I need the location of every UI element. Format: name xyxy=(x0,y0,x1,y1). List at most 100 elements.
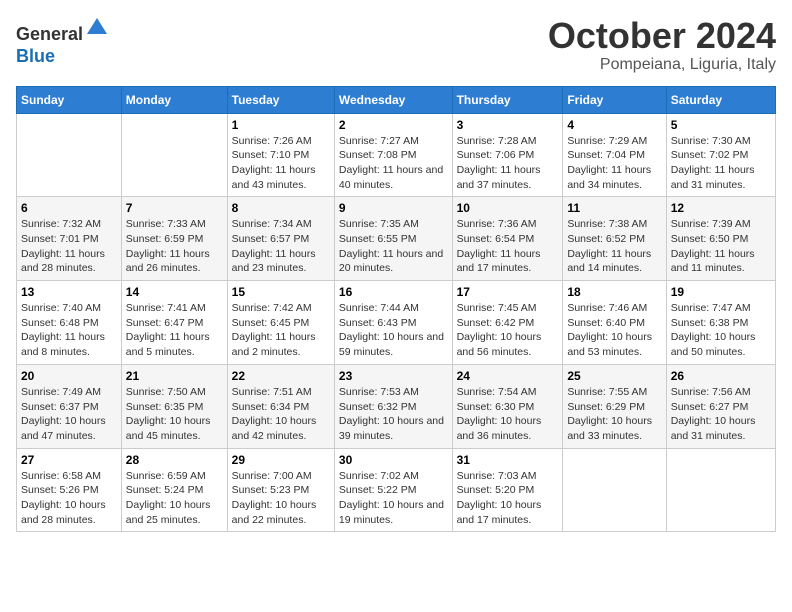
calendar-cell: 15 Sunrise: 7:42 AMSunset: 6:45 PMDayligh… xyxy=(227,281,334,365)
day-info: Sunrise: 7:56 AMSunset: 6:27 PMDaylight:… xyxy=(671,385,771,444)
day-info: Sunrise: 7:00 AMSunset: 5:23 PMDaylight:… xyxy=(232,469,330,528)
day-number: 17 xyxy=(457,285,559,299)
day-info: Sunrise: 7:55 AMSunset: 6:29 PMDaylight:… xyxy=(567,385,661,444)
day-info: Sunrise: 7:45 AMSunset: 6:42 PMDaylight:… xyxy=(457,301,559,360)
day-number: 30 xyxy=(339,453,448,467)
header-tuesday: Tuesday xyxy=(227,86,334,113)
calendar-cell xyxy=(121,113,227,197)
logo-general-text: General xyxy=(16,24,83,44)
day-info: Sunrise: 7:33 AMSunset: 6:59 PMDaylight:… xyxy=(126,217,223,276)
header-sunday: Sunday xyxy=(17,86,122,113)
calendar-week-3: 13 Sunrise: 7:40 AMSunset: 6:48 PMDayligh… xyxy=(17,281,776,365)
day-number: 3 xyxy=(457,118,559,132)
calendar-cell: 30Sunrise: 7:02 AMSunset: 5:22 PMDayligh… xyxy=(334,448,452,532)
day-info: Sunrise: 7:26 AMSunset: 7:10 PMDaylight:… xyxy=(232,134,330,193)
calendar-cell: 13 Sunrise: 7:40 AMSunset: 6:48 PMDayligh… xyxy=(17,281,122,365)
day-number: 18 xyxy=(567,285,661,299)
day-number: 22 xyxy=(232,369,330,383)
calendar-week-4: 20 Sunrise: 7:49 AMSunset: 6:37 PMDayligh… xyxy=(17,364,776,448)
calendar-cell: 18 Sunrise: 7:46 AMSunset: 6:40 PMDayligh… xyxy=(563,281,666,365)
calendar-cell: 25 Sunrise: 7:55 AMSunset: 6:29 PMDayligh… xyxy=(563,364,666,448)
day-info: Sunrise: 7:30 AMSunset: 7:02 PMDaylight:… xyxy=(671,134,771,193)
month-title: October 2024 xyxy=(548,16,776,56)
calendar-cell: 23 Sunrise: 7:53 AMSunset: 6:32 PMDayligh… xyxy=(334,364,452,448)
day-info: Sunrise: 7:42 AMSunset: 6:45 PMDaylight:… xyxy=(232,301,330,360)
day-number: 31 xyxy=(457,453,559,467)
calendar-week-2: 6 Sunrise: 7:32 AMSunset: 7:01 PMDaylight… xyxy=(17,197,776,281)
header-monday: Monday xyxy=(121,86,227,113)
day-number: 26 xyxy=(671,369,771,383)
calendar-cell: 16Sunrise: 7:44 AMSunset: 6:43 PMDayligh… xyxy=(334,281,452,365)
calendar-cell: 14Sunrise: 7:41 AMSunset: 6:47 PMDayligh… xyxy=(121,281,227,365)
day-info: Sunrise: 7:46 AMSunset: 6:40 PMDaylight:… xyxy=(567,301,661,360)
calendar-cell xyxy=(17,113,122,197)
logo-blue-text: Blue xyxy=(16,46,55,66)
day-number: 9 xyxy=(339,201,448,215)
day-info: Sunrise: 7:27 AMSunset: 7:08 PMDaylight:… xyxy=(339,134,448,193)
page-header: General Blue October 2024 Pompeiana, Lig… xyxy=(16,16,776,74)
day-number: 23 xyxy=(339,369,448,383)
calendar-week-5: 27Sunrise: 6:58 AMSunset: 5:26 PMDayligh… xyxy=(17,448,776,532)
calendar-cell: 29Sunrise: 7:00 AMSunset: 5:23 PMDayligh… xyxy=(227,448,334,532)
calendar-cell: 9 Sunrise: 7:35 AMSunset: 6:55 PMDaylight… xyxy=(334,197,452,281)
day-info: Sunrise: 7:29 AMSunset: 7:04 PMDaylight:… xyxy=(567,134,661,193)
day-number: 19 xyxy=(671,285,771,299)
day-number: 15 xyxy=(232,285,330,299)
day-info: Sunrise: 7:38 AMSunset: 6:52 PMDaylight:… xyxy=(567,217,661,276)
calendar-cell: 11Sunrise: 7:38 AMSunset: 6:52 PMDayligh… xyxy=(563,197,666,281)
day-info: Sunrise: 7:53 AMSunset: 6:32 PMDaylight:… xyxy=(339,385,448,444)
calendar-cell: 12 Sunrise: 7:39 AMSunset: 6:50 PMDayligh… xyxy=(666,197,775,281)
calendar-cell: 19 Sunrise: 7:47 AMSunset: 6:38 PMDayligh… xyxy=(666,281,775,365)
calendar-cell: 1Sunrise: 7:26 AMSunset: 7:10 PMDaylight… xyxy=(227,113,334,197)
day-number: 24 xyxy=(457,369,559,383)
header-friday: Friday xyxy=(563,86,666,113)
day-info: Sunrise: 7:47 AMSunset: 6:38 PMDaylight:… xyxy=(671,301,771,360)
day-number: 21 xyxy=(126,369,223,383)
day-number: 14 xyxy=(126,285,223,299)
calendar-cell: 22 Sunrise: 7:51 AMSunset: 6:34 PMDayligh… xyxy=(227,364,334,448)
calendar-header-row: SundayMondayTuesdayWednesdayThursdayFrid… xyxy=(17,86,776,113)
calendar-cell: 27Sunrise: 6:58 AMSunset: 5:26 PMDayligh… xyxy=(17,448,122,532)
calendar-cell: 24Sunrise: 7:54 AMSunset: 6:30 PMDayligh… xyxy=(452,364,563,448)
day-number: 7 xyxy=(126,201,223,215)
logo: General Blue xyxy=(16,16,109,67)
day-number: 20 xyxy=(21,369,117,383)
calendar-cell: 6 Sunrise: 7:32 AMSunset: 7:01 PMDaylight… xyxy=(17,197,122,281)
calendar-cell: 28Sunrise: 6:59 AMSunset: 5:24 PMDayligh… xyxy=(121,448,227,532)
calendar-cell: 31 Sunrise: 7:03 AMSunset: 5:20 PMDayligh… xyxy=(452,448,563,532)
header-wednesday: Wednesday xyxy=(334,86,452,113)
header-saturday: Saturday xyxy=(666,86,775,113)
day-number: 5 xyxy=(671,118,771,132)
day-info: Sunrise: 7:32 AMSunset: 7:01 PMDaylight:… xyxy=(21,217,117,276)
day-info: Sunrise: 7:44 AMSunset: 6:43 PMDaylight:… xyxy=(339,301,448,360)
calendar-cell: 5 Sunrise: 7:30 AMSunset: 7:02 PMDaylight… xyxy=(666,113,775,197)
day-info: Sunrise: 7:40 AMSunset: 6:48 PMDaylight:… xyxy=(21,301,117,360)
calendar-cell: 7 Sunrise: 7:33 AMSunset: 6:59 PMDaylight… xyxy=(121,197,227,281)
calendar-table: SundayMondayTuesdayWednesdayThursdayFrid… xyxy=(16,86,776,533)
day-info: Sunrise: 6:59 AMSunset: 5:24 PMDaylight:… xyxy=(126,469,223,528)
day-number: 12 xyxy=(671,201,771,215)
calendar-cell: 4 Sunrise: 7:29 AMSunset: 7:04 PMDaylight… xyxy=(563,113,666,197)
calendar-cell xyxy=(666,448,775,532)
day-info: Sunrise: 7:03 AMSunset: 5:20 PMDaylight:… xyxy=(457,469,559,528)
calendar-cell: 17 Sunrise: 7:45 AMSunset: 6:42 PMDayligh… xyxy=(452,281,563,365)
calendar-cell: 26 Sunrise: 7:56 AMSunset: 6:27 PMDayligh… xyxy=(666,364,775,448)
day-info: Sunrise: 7:39 AMSunset: 6:50 PMDaylight:… xyxy=(671,217,771,276)
location-title: Pompeiana, Liguria, Italy xyxy=(548,56,776,74)
calendar-cell: 3 Sunrise: 7:28 AMSunset: 7:06 PMDaylight… xyxy=(452,113,563,197)
day-number: 6 xyxy=(21,201,117,215)
calendar-cell xyxy=(563,448,666,532)
title-block: October 2024 Pompeiana, Liguria, Italy xyxy=(548,16,776,74)
calendar-cell: 21Sunrise: 7:50 AMSunset: 6:35 PMDayligh… xyxy=(121,364,227,448)
day-info: Sunrise: 7:51 AMSunset: 6:34 PMDaylight:… xyxy=(232,385,330,444)
logo-icon xyxy=(85,16,109,40)
day-number: 13 xyxy=(21,285,117,299)
day-number: 4 xyxy=(567,118,661,132)
day-number: 27 xyxy=(21,453,117,467)
calendar-cell: 2Sunrise: 7:27 AMSunset: 7:08 PMDaylight… xyxy=(334,113,452,197)
day-info: Sunrise: 7:35 AMSunset: 6:55 PMDaylight:… xyxy=(339,217,448,276)
day-number: 25 xyxy=(567,369,661,383)
day-info: Sunrise: 7:28 AMSunset: 7:06 PMDaylight:… xyxy=(457,134,559,193)
day-info: Sunrise: 7:49 AMSunset: 6:37 PMDaylight:… xyxy=(21,385,117,444)
calendar-cell: 20 Sunrise: 7:49 AMSunset: 6:37 PMDayligh… xyxy=(17,364,122,448)
